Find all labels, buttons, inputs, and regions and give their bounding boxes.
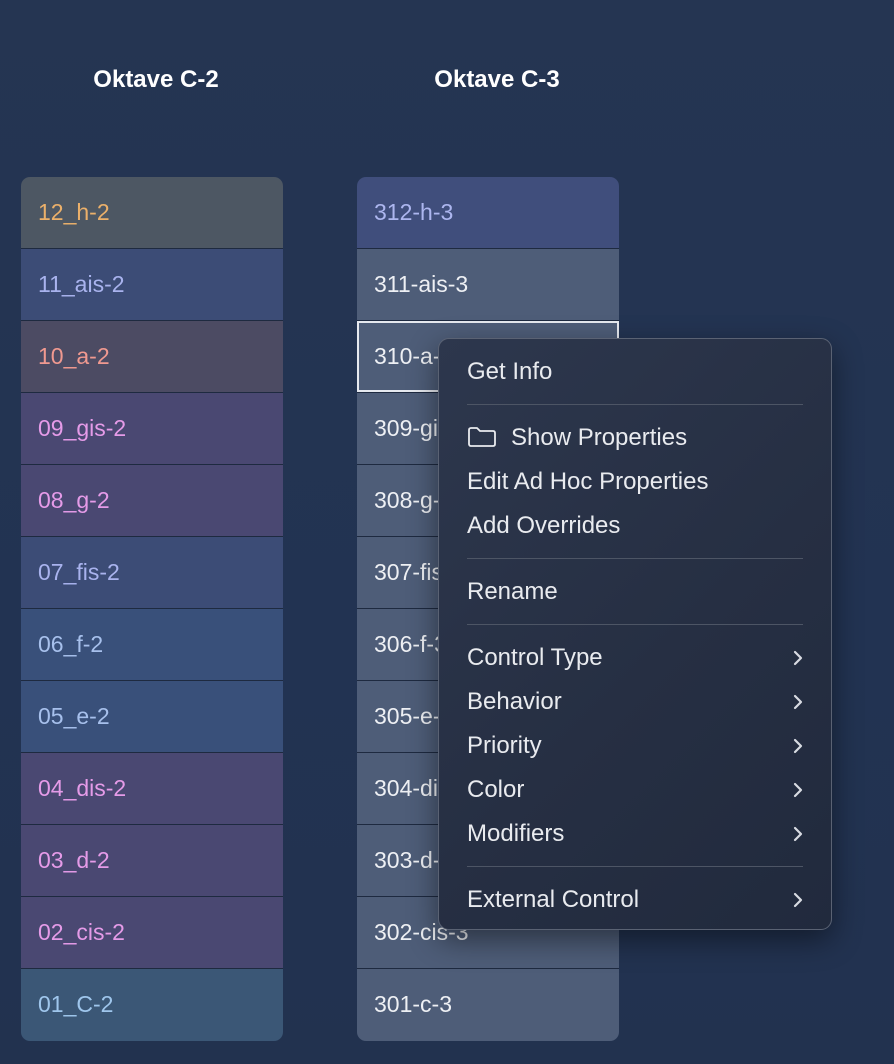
chevron-right-icon [793,738,803,754]
menu-item-external-control[interactable]: External Control [439,878,831,922]
menu-separator [467,866,803,867]
control-cell-06-f-2[interactable]: 06_f-2 [21,609,283,681]
control-cell-07-fis-2[interactable]: 07_fis-2 [21,537,283,609]
menu-item-color[interactable]: Color [439,768,831,812]
menu-item-label: Modifiers [467,820,565,847]
menu-item-label: Add Overrides [467,512,621,539]
chevron-right-icon [793,782,803,798]
column-title-c3: Oktave C-3 [434,66,560,93]
menu-item-label: Behavior [467,688,562,715]
menu-item-get-info[interactable]: Get Info [439,350,831,394]
menu-item-label: Show Properties [511,424,688,451]
chevron-right-icon [793,650,803,666]
menu-item-behavior[interactable]: Behavior [439,680,831,724]
menu-separator [467,404,803,405]
control-cell-04-dis-2[interactable]: 04_dis-2 [21,753,283,825]
control-cell-01-c-2[interactable]: 01_C-2 [21,969,283,1041]
control-cell-09-gis-2[interactable]: 09_gis-2 [21,393,283,465]
control-cell-08-g-2[interactable]: 08_g-2 [21,465,283,537]
control-cell-301-c-3[interactable]: 301-c-3 [357,969,619,1041]
chevron-right-icon [793,892,803,908]
menu-item-control-type[interactable]: Control Type [439,636,831,680]
control-cell-03-d-2[interactable]: 03_d-2 [21,825,283,897]
menu-item-label: Control Type [467,644,603,671]
control-cell-11-ais-2[interactable]: 11_ais-2 [21,249,283,321]
control-cell-10-a-2[interactable]: 10_a-2 [21,321,283,393]
menu-item-label: Color [467,776,525,803]
menu-item-label: Get Info [467,358,553,385]
menu-item-rename[interactable]: Rename [439,570,831,614]
menu-item-label: External Control [467,886,640,913]
context-menu: Get Info Show Properties Edit Ad Hoc Prope… [438,338,832,930]
folder-icon [468,427,496,447]
chevron-right-icon [793,694,803,710]
menu-item-label: Edit Ad Hoc Properties [467,468,709,495]
menu-item-show-properties[interactable]: Show Properties [439,416,831,460]
control-cell-312-h-3[interactable]: 312-h-3 [357,177,619,249]
menu-item-modifiers[interactable]: Modifiers [439,812,831,856]
control-cell-311-ais-3[interactable]: 311-ais-3 [357,249,619,321]
menu-separator [467,558,803,559]
octave-c2-column: 12_h-2 11_ais-2 10_a-2 09_gis-2 08_g-2 07_fis… [21,177,283,1041]
control-cell-12-h-2[interactable]: 12_h-2 [21,177,283,249]
column-title-c2: Oktave C-2 [93,66,219,93]
control-cell-05-e-2[interactable]: 05_e-2 [21,681,283,753]
menu-separator [467,624,803,625]
control-cell-02-cis-2[interactable]: 02_cis-2 [21,897,283,969]
menu-item-label: Priority [467,732,542,759]
menu-item-add-overrides[interactable]: Add Overrides [439,504,831,548]
chevron-right-icon [793,826,803,842]
menu-item-priority[interactable]: Priority [439,724,831,768]
menu-item-edit-ad-hoc-properties[interactable]: Edit Ad Hoc Properties [439,460,831,504]
menu-item-label: Rename [467,578,558,605]
